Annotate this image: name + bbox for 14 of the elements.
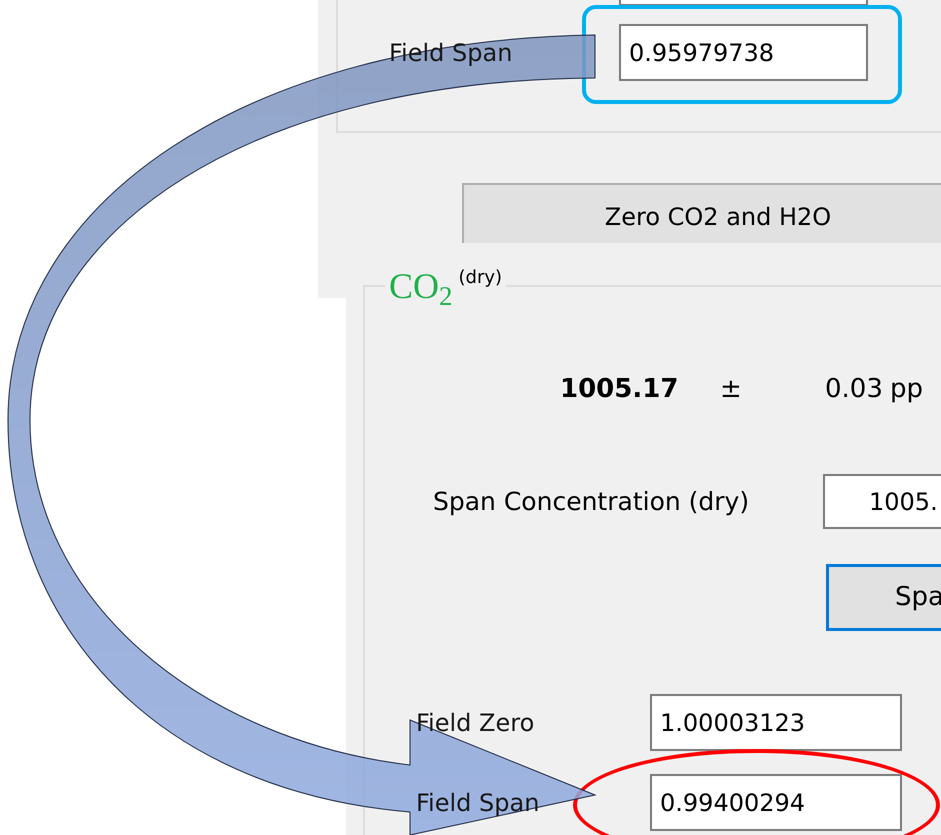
span-concentration-label: Span Concentration (dry)	[433, 486, 750, 518]
unit-label: pp	[890, 372, 924, 406]
value-field[interactable]: 1.00003123	[650, 694, 902, 751]
uncertainty-value: 0.03	[825, 372, 884, 406]
field-label: Field Zero	[416, 708, 536, 738]
co2-legend: CO$_{2}$	[389, 266, 453, 306]
plus-minus-sign: ±	[720, 372, 743, 406]
value-field[interactable]: 0.99400294	[650, 774, 902, 831]
legend-note: (dry)	[458, 266, 502, 290]
reading-value: 1005.17	[560, 372, 680, 406]
zero-button[interactable]: Zero CO2 and H2O	[462, 183, 941, 243]
span-concentration-field[interactable]: 1005.	[823, 474, 941, 529]
value-field[interactable]: 0.95979738	[619, 24, 868, 81]
field-label: Field Span	[416, 788, 540, 818]
